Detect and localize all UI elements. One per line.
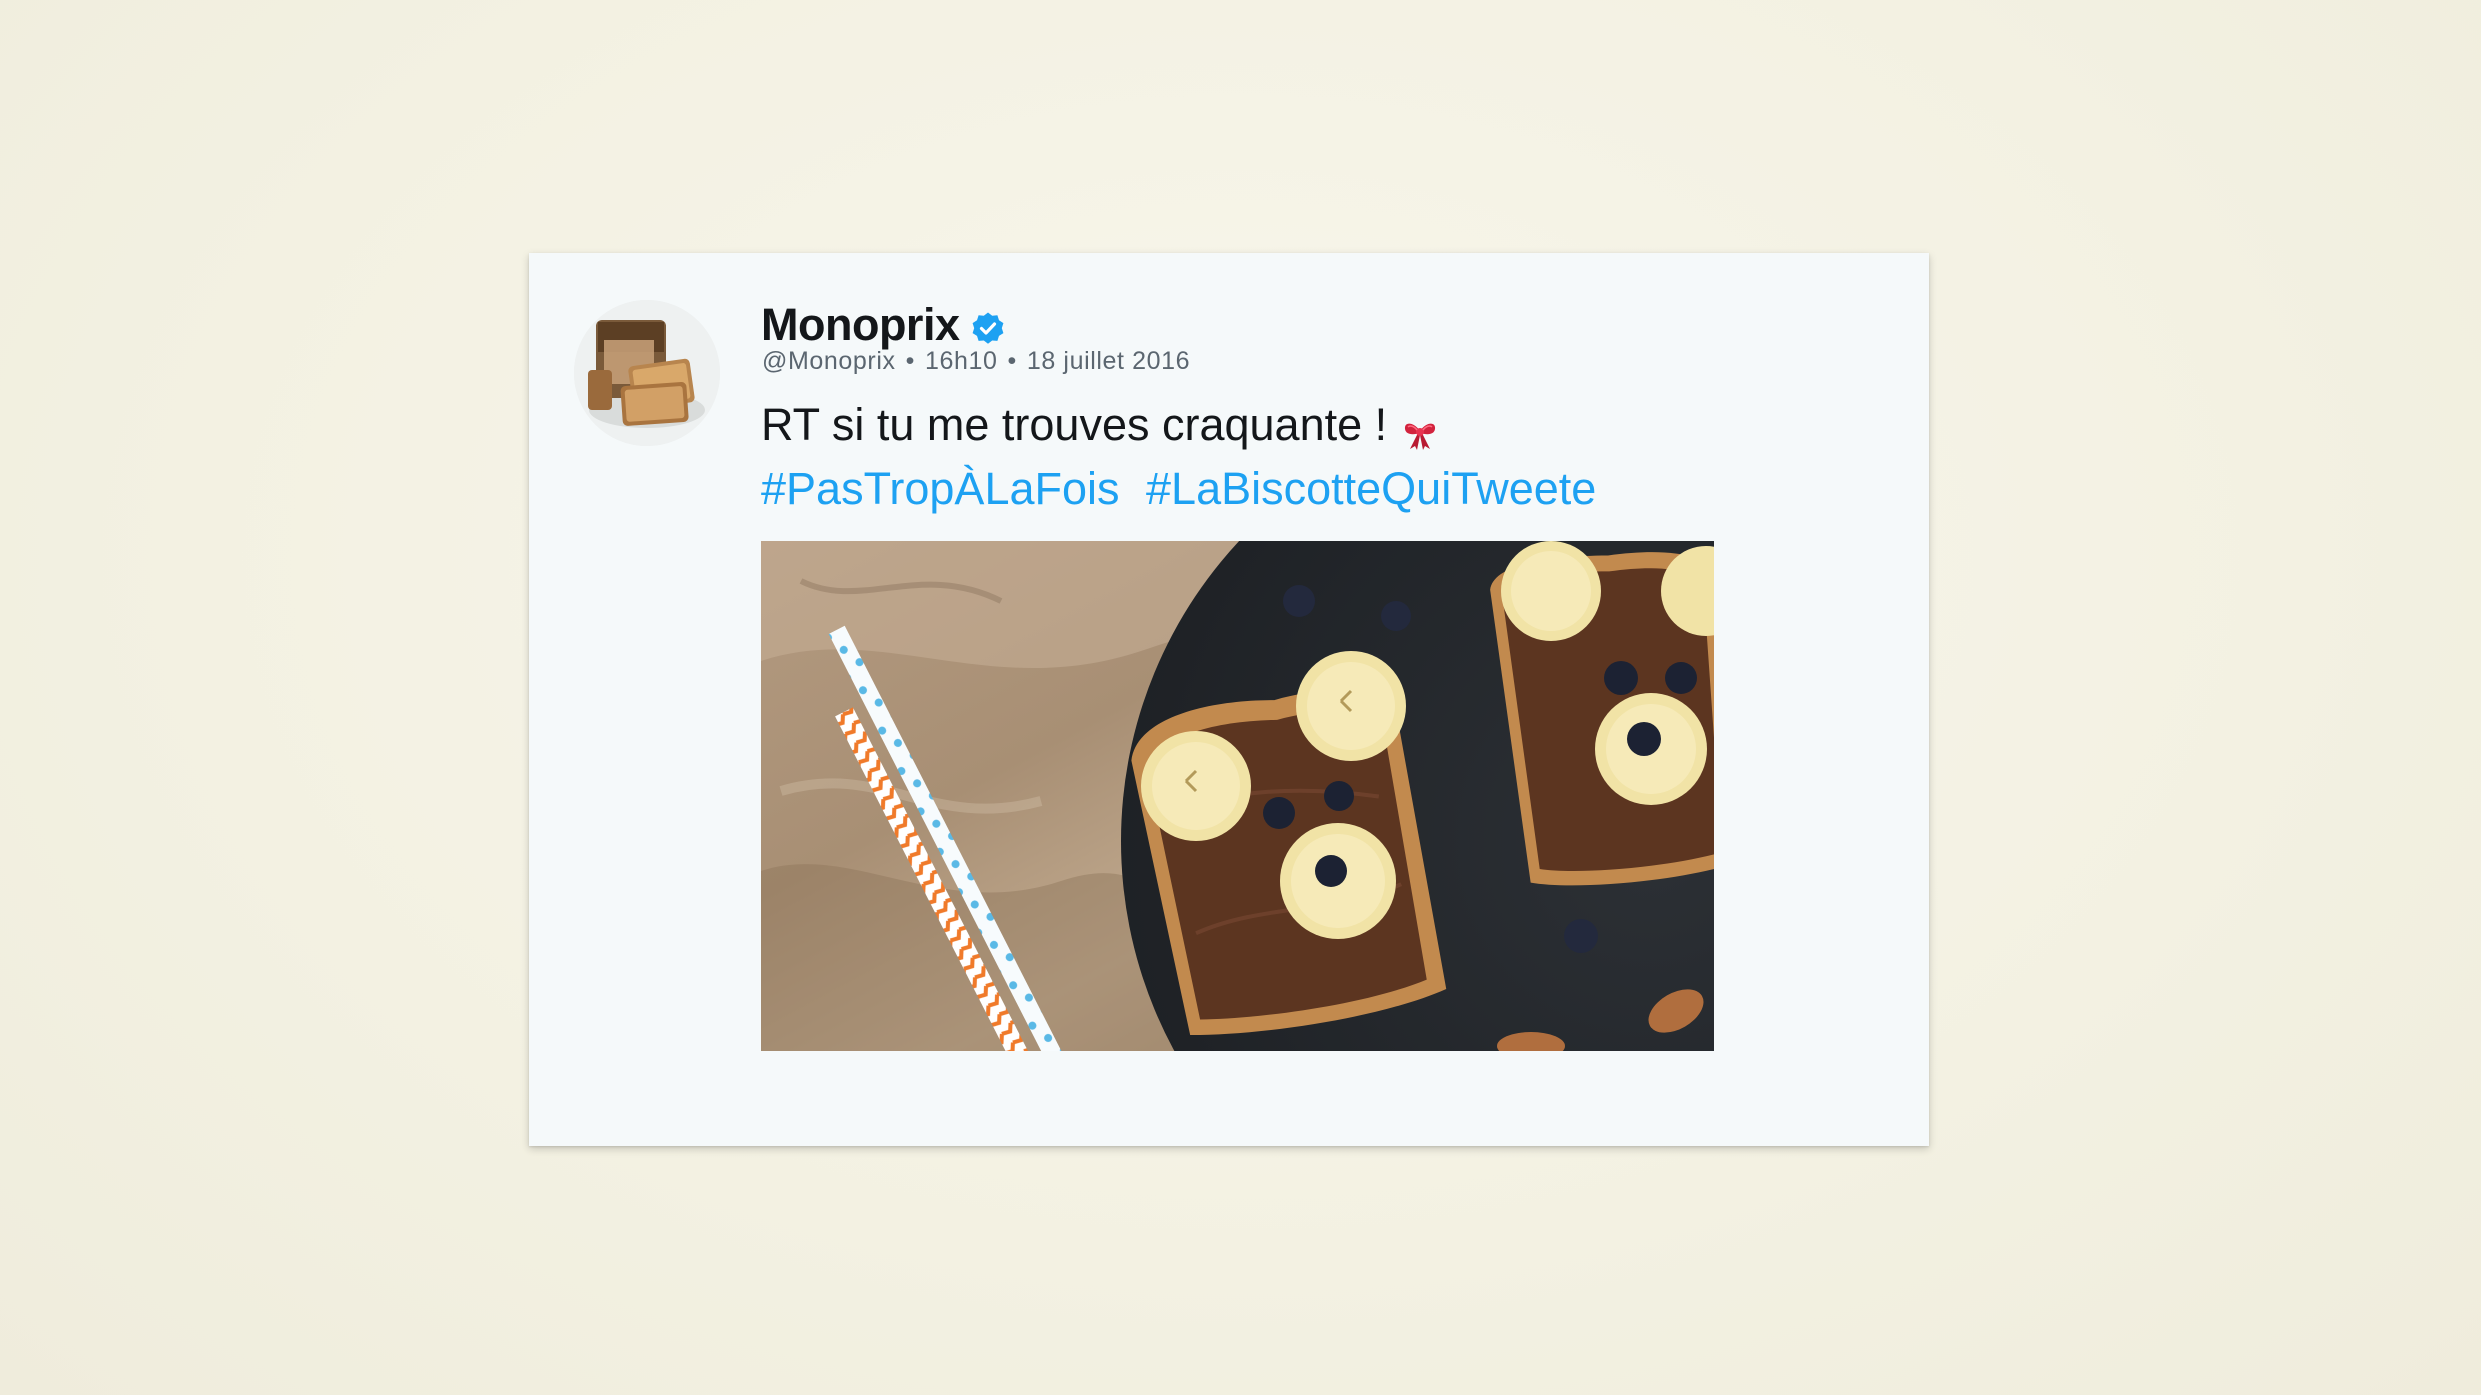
- tweet-card: Monoprix @Monoprix • 16h10 • 18 juillet …: [529, 253, 1929, 1146]
- author-row: Monoprix: [761, 295, 1005, 355]
- tweet-text: RT si tu me trouves craquante !: [761, 399, 1388, 450]
- tweet-body: RT si tu me trouves craquante ! #PasTrop…: [761, 393, 1596, 521]
- tweet-media-image[interactable]: [761, 541, 1714, 1051]
- author-handle[interactable]: @Monoprix: [762, 347, 896, 376]
- biscotte-avatar-image: [574, 300, 720, 446]
- meta-separator: •: [905, 347, 915, 375]
- verified-badge-icon: [971, 311, 1005, 345]
- hashtags-line: #PasTropÀLaFois #LaBiscotteQuiTweete: [761, 457, 1596, 521]
- tweet-time: 16h10: [924, 347, 998, 375]
- meta-separator: •: [1007, 347, 1017, 375]
- avatar[interactable]: [574, 300, 720, 446]
- author-name[interactable]: Monoprix: [761, 299, 960, 351]
- hashtag-link[interactable]: #LaBiscotteQuiTweete: [1146, 463, 1596, 514]
- bear-toast-photo: [761, 541, 1714, 1051]
- hashtag-link[interactable]: #PasTropÀLaFois: [761, 463, 1120, 514]
- tweet-meta: @Monoprix • 16h10 • 18 juillet 2016: [762, 347, 1190, 376]
- tweet-text-line: RT si tu me trouves craquante !: [761, 393, 1596, 457]
- tweet-date[interactable]: 18 juillet 2016: [1027, 347, 1190, 376]
- ribbon-bow-icon: [1401, 406, 1439, 450]
